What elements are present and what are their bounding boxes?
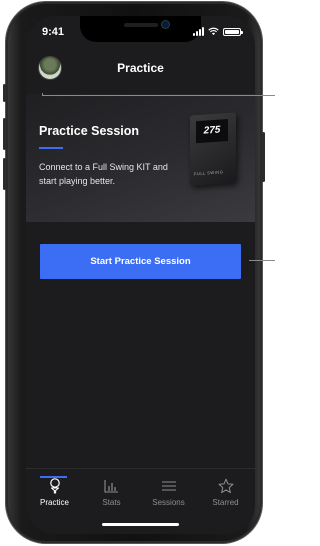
- tab-stats-label: Stats: [102, 498, 121, 507]
- start-practice-session-button[interactable]: Start Practice Session: [40, 244, 241, 279]
- star-icon: [218, 478, 233, 494]
- tab-practice-label: Practice: [40, 498, 69, 507]
- active-tab-indicator: [40, 476, 67, 478]
- bar-chart-icon: [104, 480, 118, 493]
- practice-session-card: Practice Session Connect to a Full Swing…: [26, 94, 255, 222]
- full-swing-kit-device-image: 275 FULL SWING: [190, 112, 236, 186]
- screen: 9:41 Practice Practice Session Connect t…: [26, 16, 255, 534]
- power-button: [262, 132, 265, 182]
- signal-icon: [193, 27, 204, 36]
- golf-tee-icon: [49, 478, 60, 494]
- page-title: Practice: [117, 61, 164, 75]
- tab-stats[interactable]: Stats: [83, 477, 140, 507]
- button-callout-line: [249, 260, 275, 261]
- home-indicator: [102, 523, 179, 526]
- volume-down-button: [3, 158, 6, 190]
- status-time: 9:41: [42, 26, 65, 38]
- tab-practice[interactable]: Practice: [26, 476, 83, 507]
- device-brand-label: FULL SWING: [194, 169, 224, 177]
- nav-header: Practice: [26, 50, 255, 94]
- battery-icon: [223, 28, 243, 36]
- volume-up-button: [3, 118, 6, 150]
- device-display: 275: [196, 118, 228, 144]
- status-icons: [193, 27, 243, 36]
- wifi-icon: [208, 27, 219, 36]
- avatar-callout-line-horizontal: [42, 95, 275, 96]
- silent-switch: [3, 84, 6, 102]
- tab-sessions-label: Sessions: [152, 498, 185, 507]
- tab-sessions[interactable]: Sessions: [140, 477, 197, 507]
- phone-frame: 9:41 Practice Practice Session Connect t…: [3, 2, 265, 543]
- status-bar: 9:41: [26, 16, 255, 50]
- card-description: Connect to a Full Swing KIT and start pl…: [39, 162, 168, 186]
- tab-starred[interactable]: Starred: [197, 477, 254, 507]
- card-title: Practice Session: [39, 124, 140, 138]
- tab-starred-label: Starred: [212, 498, 239, 507]
- card-accent-line: [39, 147, 63, 149]
- list-icon: [161, 481, 176, 491]
